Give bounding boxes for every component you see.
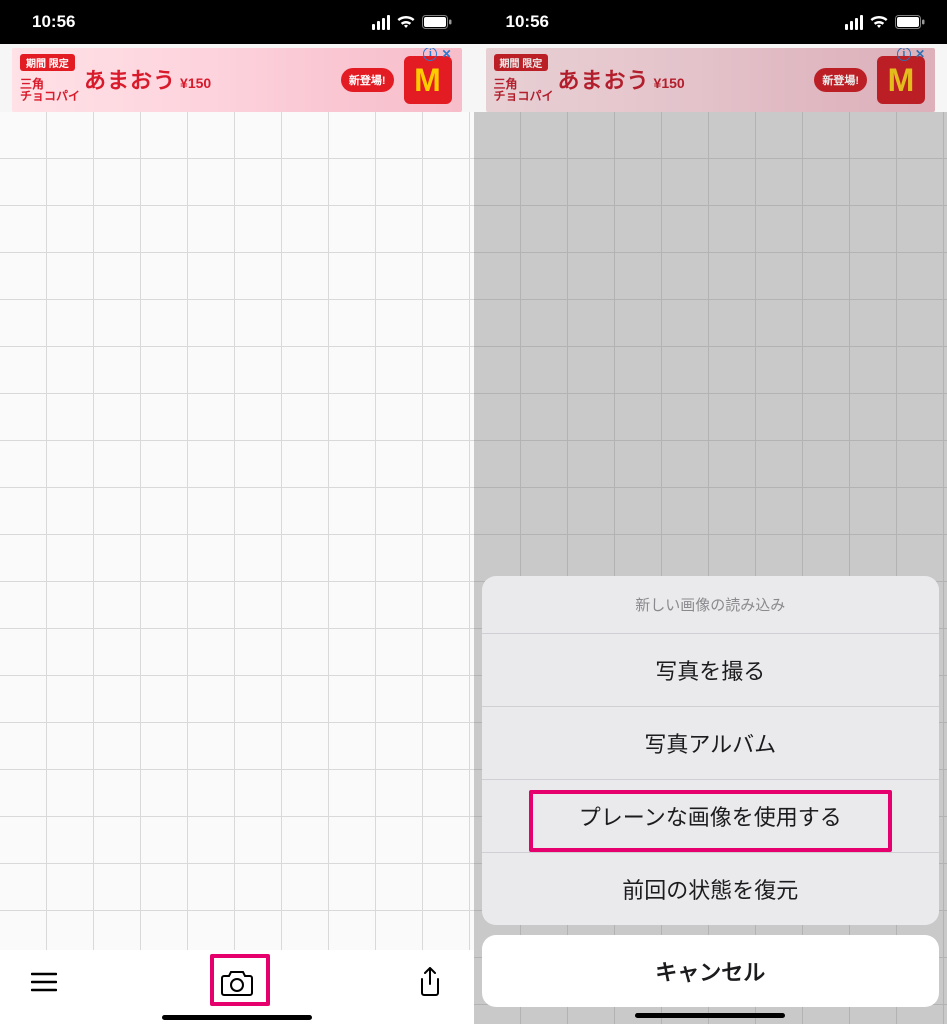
status-bar: 10:56	[474, 0, 947, 44]
sheet-title: 新しい画像の読み込み	[482, 576, 940, 633]
ad-banner[interactable]: 期間 限定 三角 チョコパイ あまおう ¥150 新登場! M i ✕	[12, 48, 462, 112]
status-time: 10:56	[506, 12, 549, 32]
drawing-canvas[interactable]	[0, 112, 474, 950]
sheet-cancel-button[interactable]: キャンセル	[482, 935, 940, 1007]
ad-pill: 新登場!	[814, 68, 867, 92]
ad-info-controls[interactable]: i ✕	[423, 48, 451, 61]
ad-tag: 期間 限定	[20, 54, 75, 71]
ad-tag: 期間 限定	[494, 54, 549, 71]
ad-banner[interactable]: 期間 限定 三角 チョコパイ あまおう ¥150 新登場! M i ✕	[486, 48, 936, 112]
ad-close-icon[interactable]: ✕	[441, 48, 451, 61]
ad-subtitle: 三角 チョコパイ	[20, 78, 80, 102]
camera-icon	[220, 969, 254, 996]
wifi-icon	[396, 15, 416, 29]
sheet-item-photo-album[interactable]: 写真アルバム	[482, 706, 940, 779]
status-time: 10:56	[32, 12, 75, 32]
action-sheet: 新しい画像の読み込み 写真を撮る 写真アルバム プレーンな画像を使用する 前回の…	[474, 576, 947, 1024]
wifi-icon	[869, 15, 889, 29]
ad-title: あまおう	[84, 70, 176, 92]
sheet-item-use-plain-image[interactable]: プレーンな画像を使用する	[482, 779, 940, 852]
mcdonalds-logo: M	[404, 56, 452, 104]
share-icon	[418, 967, 442, 997]
cellular-icon	[845, 15, 863, 30]
ad-price: ¥150	[654, 75, 685, 91]
home-indicator[interactable]	[162, 1015, 312, 1020]
bottom-toolbar	[0, 950, 474, 1024]
home-indicator[interactable]	[635, 1013, 785, 1018]
phone-left: 10:56 期間 限定 三角 チョコパイ あまおう ¥150 新登場! M	[0, 0, 474, 1024]
ad-subtitle: 三角 チョコパイ	[494, 78, 554, 102]
ad-info-icon[interactable]: i	[423, 48, 437, 61]
ad-price: ¥150	[180, 75, 211, 91]
camera-button[interactable]	[217, 962, 257, 1002]
hamburger-icon	[31, 972, 57, 992]
cellular-icon	[372, 15, 390, 30]
battery-icon	[422, 15, 452, 29]
share-button[interactable]	[410, 962, 450, 1002]
ad-info-icon[interactable]: i	[897, 48, 911, 61]
phone-right: 10:56 期間 限定 三角 チョコパイ あまおう ¥150 新登場! M	[474, 0, 947, 1024]
status-bar: 10:56	[0, 0, 474, 44]
ad-close-icon[interactable]: ✕	[915, 48, 925, 61]
status-right	[372, 15, 452, 30]
ad-pill: 新登場!	[341, 68, 394, 92]
sheet-item-take-photo[interactable]: 写真を撮る	[482, 633, 940, 706]
battery-icon	[895, 15, 925, 29]
ad-title: あまおう	[558, 70, 650, 92]
ad-info-controls[interactable]: i ✕	[897, 48, 925, 61]
mcdonalds-logo: M	[877, 56, 925, 104]
sheet-item-restore-previous[interactable]: 前回の状態を復元	[482, 852, 940, 925]
menu-button[interactable]	[24, 962, 64, 1002]
status-right	[845, 15, 925, 30]
